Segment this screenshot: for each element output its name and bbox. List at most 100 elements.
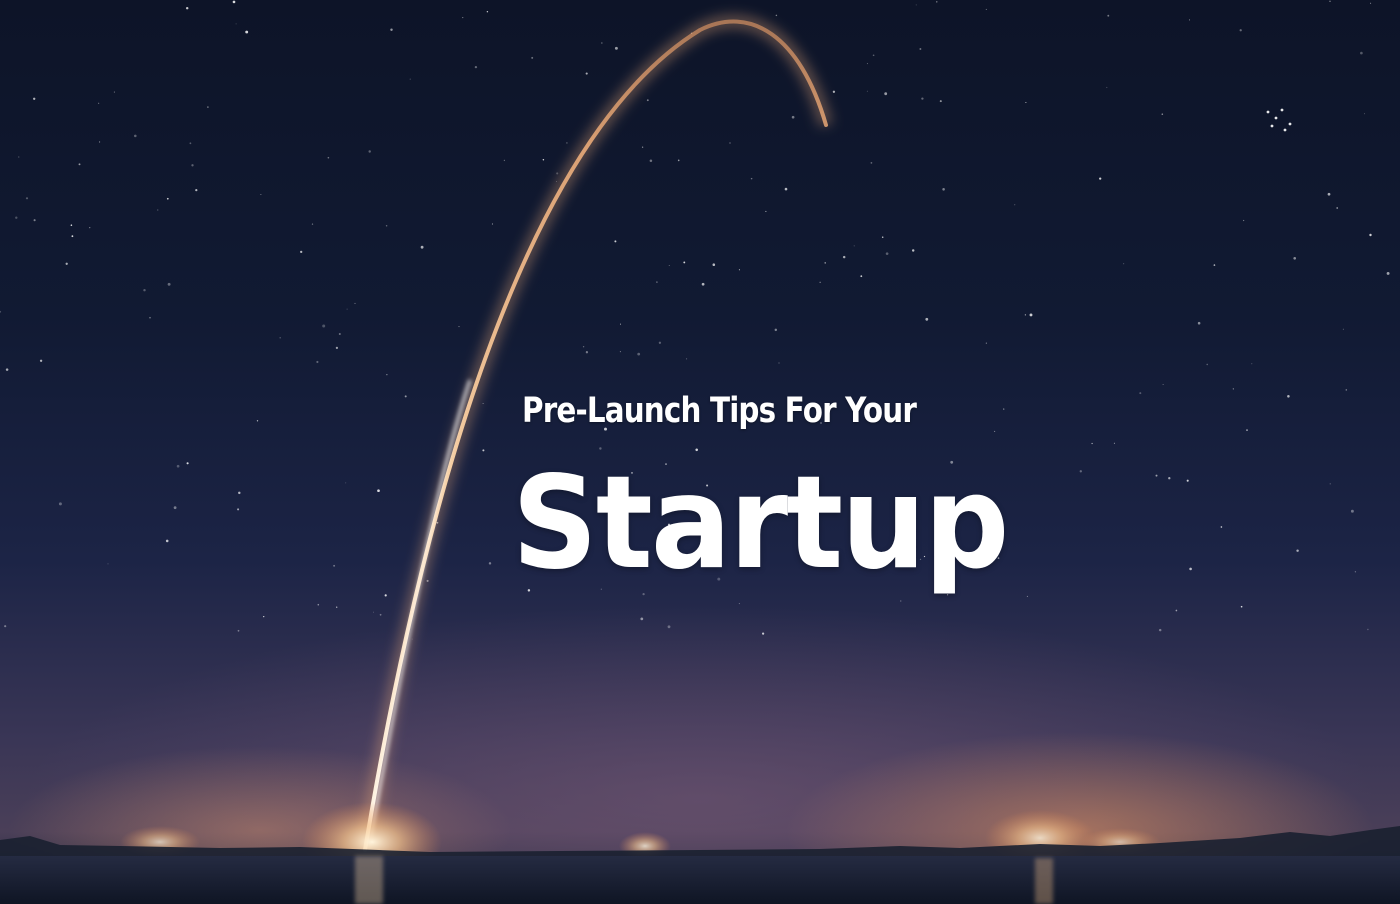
star [1280,108,1284,112]
star [1155,474,1158,477]
star [1386,271,1390,275]
star [491,223,493,225]
star [853,245,855,247]
star [327,156,330,159]
star [458,326,460,328]
star [1240,605,1243,608]
star [939,100,942,103]
star [173,506,177,510]
star [1329,0,1331,2]
star [658,341,662,344]
star [165,539,169,543]
star [866,90,868,92]
light-reflection-right [1035,858,1053,904]
star [619,351,621,353]
star [1186,479,1189,482]
star [832,90,836,93]
star [1029,313,1033,317]
star [195,188,198,192]
star [784,187,788,191]
star [191,164,194,167]
star [656,281,658,283]
star [70,224,73,226]
star [300,250,303,254]
star [1251,363,1253,365]
rocket-trail-glow [358,14,833,852]
star [585,72,588,75]
star [474,65,478,69]
star [166,197,169,200]
star [1296,549,1299,552]
trail-reflection [355,856,383,904]
star [372,611,374,613]
star [701,282,705,286]
star [1360,51,1363,55]
star [601,42,603,44]
star [338,332,341,336]
star [488,562,492,565]
star [911,249,915,252]
star [237,508,240,511]
star [1025,101,1027,104]
star [738,603,740,605]
headline-title: Startup [512,449,1009,598]
star [942,188,945,191]
star [640,617,644,621]
star [649,159,653,163]
star [585,351,589,354]
star [333,564,336,567]
star [1283,128,1287,132]
star [1287,395,1290,398]
star [872,54,875,57]
star [762,632,765,635]
star [1329,483,1331,485]
star [936,1,938,3]
star [1175,609,1178,612]
star [18,156,20,158]
star [1197,321,1201,325]
star [637,352,641,356]
star [143,288,146,292]
star [5,368,9,371]
star [542,159,545,161]
star [1168,477,1171,480]
star [925,317,929,321]
star [346,308,348,310]
star [842,255,846,259]
star [921,97,924,100]
star [232,0,236,4]
star [157,209,159,211]
star [686,358,688,360]
star [462,17,464,19]
star [1293,256,1297,260]
star [1014,204,1016,206]
star [167,282,171,286]
star [1354,571,1357,573]
star [556,181,557,183]
star [426,579,429,582]
star [881,236,884,238]
star [386,374,388,376]
star [712,263,716,266]
star [58,502,62,506]
star [0,310,2,313]
star [134,134,137,138]
star [1370,2,1372,4]
star [486,11,489,13]
star [1079,470,1082,473]
star [336,606,338,608]
star [1266,110,1270,114]
star [89,226,91,229]
star [738,269,740,271]
star [885,252,889,256]
star [668,264,670,266]
star [98,102,100,104]
star [1206,363,1208,366]
star [824,262,826,264]
star [566,142,568,144]
star [311,223,314,225]
star [1327,192,1331,196]
star [1161,113,1164,115]
star [667,625,671,629]
star [994,430,996,432]
